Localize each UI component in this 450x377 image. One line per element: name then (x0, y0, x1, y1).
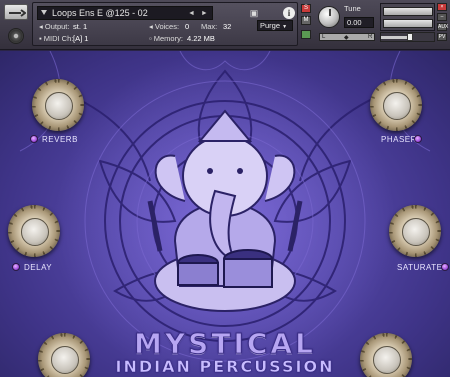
pan-center-icon: ◆ (344, 35, 349, 41)
phaser-knob-ring (370, 79, 422, 131)
output-label-text: Output: (44, 22, 70, 31)
instrument-main-panel: REVERB PHASER DELAY SATURATE MYSTICAL IN… (0, 51, 450, 377)
max-voices-value[interactable]: 32 (223, 22, 231, 31)
level-meter-right (383, 19, 433, 28)
aux-toggle-button[interactable]: AUX (437, 23, 448, 31)
close-icon[interactable]: × (437, 3, 447, 11)
pan-slider[interactable]: L ◆ R (319, 33, 375, 41)
level-meter-left (383, 7, 433, 16)
memory-value: 4.22 MB (187, 34, 215, 43)
midi-icon: ▪ (39, 34, 42, 43)
delay-label: DELAY (24, 263, 53, 272)
minimize-icon[interactable]: – (437, 13, 447, 21)
phaser-label: PHASER (381, 135, 417, 144)
product-subtitle: INDIAN PERCUSSION (115, 357, 335, 377)
delay-knob-ring (8, 205, 60, 257)
pan-left-label: L (322, 34, 326, 40)
aux-button[interactable] (301, 30, 311, 39)
reverb-led-button[interactable] (30, 135, 38, 143)
level-meters (380, 3, 435, 31)
mute-button[interactable]: M (301, 16, 311, 25)
delay-knob[interactable] (8, 205, 60, 257)
tune-knob[interactable] (318, 6, 340, 28)
instrument-info-panel: Loops Ens E @125 - 02 ◄ ► ▣ i ◂ Output: … (32, 2, 298, 46)
tune-label: Tune (344, 4, 361, 13)
instrument-name-field[interactable]: Loops Ens E @125 - 02 ◄ ► (37, 6, 213, 20)
midi-label-text: MIDI Ch: (43, 34, 74, 43)
purge-arrow-icon: ▼ (282, 24, 288, 30)
purge-dropdown[interactable]: Purge ▼ (257, 20, 293, 31)
instrument-power-icon[interactable] (8, 28, 24, 44)
volume-thumb[interactable] (407, 33, 413, 41)
volume-slider[interactable] (380, 32, 435, 42)
output-value[interactable]: st. 1 (73, 22, 87, 31)
side-buttons: × – AUX PV (437, 3, 448, 43)
voices-label-text: Voices: (154, 22, 180, 31)
phaser-knob[interactable] (370, 79, 422, 131)
product-title: MYSTICAL (134, 327, 316, 361)
pv-toggle-button[interactable]: PV (437, 33, 447, 41)
voices-label: ◂ Voices: (149, 22, 179, 31)
memory-label-text: Memory: (153, 34, 183, 43)
tune-value-field[interactable]: 0.00 (344, 17, 374, 28)
phaser-led-button[interactable] (414, 135, 422, 143)
camera-icon[interactable]: ▣ (247, 7, 261, 19)
instrument-nav-arrows[interactable]: ◄ ► (188, 8, 210, 20)
instrument-name: Loops Ens E @125 - 02 (52, 8, 148, 18)
pan-right-label: R (368, 34, 373, 40)
saturate-led-button[interactable] (441, 263, 449, 271)
saturate-knob[interactable] (389, 205, 441, 257)
reverb-knob-ring (32, 79, 84, 131)
memory-icon: ▫ (149, 34, 152, 43)
memory-label: ▫ Memory: (149, 34, 183, 43)
saturate-label: SATURATE (397, 263, 443, 272)
voices-arrow-icon: ◂ (149, 22, 153, 31)
volume-fill (381, 36, 411, 39)
max-label: Max: (201, 22, 218, 31)
info-icon[interactable]: i (283, 7, 295, 19)
midi-value[interactable]: [A] 1 (73, 34, 88, 43)
output-label: ◂ Output: (39, 22, 69, 31)
output-arrow-icon: ◂ (39, 22, 43, 31)
reverb-knob[interactable] (32, 79, 84, 131)
delay-led-button[interactable] (12, 263, 20, 271)
solo-button[interactable]: S (301, 4, 311, 13)
saturate-knob-ring (389, 205, 441, 257)
wrench-icon[interactable] (4, 4, 28, 20)
midi-label: ▪ MIDI Ch: (39, 34, 73, 43)
reverb-label: REVERB (42, 135, 78, 144)
purge-label: Purge (260, 21, 281, 30)
tabla-drums (177, 249, 273, 288)
voices-value: 0 (185, 22, 190, 31)
instrument-header: Loops Ens E @125 - 02 ◄ ► ▣ i ◂ Output: … (0, 0, 450, 50)
dropdown-arrow-icon[interactable] (41, 10, 47, 15)
